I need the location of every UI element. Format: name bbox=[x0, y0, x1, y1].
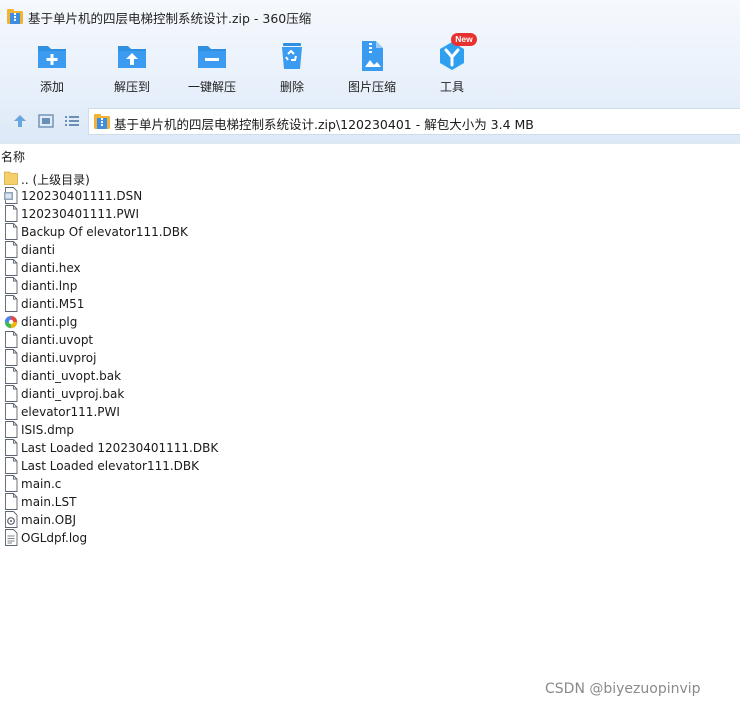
address-bar: 基于单片机的四层电梯控制系统设计.zip\120230401 - 解包大小为 3… bbox=[0, 106, 740, 136]
file-icon bbox=[4, 277, 18, 294]
file-icon bbox=[4, 331, 18, 348]
extract-to-button[interactable]: 解压到 bbox=[92, 38, 172, 98]
one-click-extract-label: 一键解压 bbox=[187, 80, 236, 94]
title-bar: 基于单片机的四层电梯控制系统设计.zip - 360压缩 bbox=[0, 0, 740, 32]
file-row[interactable]: OGLdpf.log bbox=[0, 529, 740, 547]
file-icon bbox=[4, 439, 18, 456]
file-icon bbox=[4, 223, 18, 240]
watermark: CSDN @biyezuopinvip bbox=[545, 681, 701, 697]
file-icon bbox=[4, 385, 18, 402]
extract-to-label: 解压到 bbox=[113, 80, 150, 94]
file-name: elevator111.PWI bbox=[21, 405, 120, 419]
delete-label: 删除 bbox=[279, 80, 304, 94]
file-row[interactable]: dianti.uvproj bbox=[0, 349, 740, 367]
file-name: main.c bbox=[21, 477, 62, 491]
file-icon bbox=[4, 367, 18, 384]
file-icon bbox=[4, 241, 18, 258]
file-name: dianti.plg bbox=[21, 315, 78, 329]
file-name: Last Loaded 120230401111.DBK bbox=[21, 441, 219, 455]
one-click-extract-icon bbox=[198, 46, 226, 68]
extract-to-icon bbox=[118, 46, 146, 68]
file-icon bbox=[4, 403, 18, 420]
file-row[interactable]: main.OBJ bbox=[0, 511, 740, 529]
file-row[interactable]: main.c bbox=[0, 475, 740, 493]
file-icon bbox=[4, 295, 18, 312]
file-name: dianti.uvproj bbox=[21, 351, 97, 365]
file-name: dianti_uvopt.bak bbox=[21, 369, 122, 383]
file-row[interactable]: 120230401111.PWI bbox=[0, 205, 740, 223]
add-button[interactable]: 添加 bbox=[12, 38, 92, 98]
file-row[interactable]: dianti_uvproj.bak bbox=[0, 385, 740, 403]
image-compress-icon bbox=[362, 41, 383, 71]
file-name: 120230401111.DSN bbox=[21, 189, 143, 203]
file-row[interactable]: Backup Of elevator111.DBK bbox=[0, 223, 740, 241]
file-icon bbox=[4, 259, 18, 276]
file-name: dianti_uvproj.bak bbox=[21, 387, 125, 401]
design-file-icon bbox=[4, 187, 18, 204]
file-name: 120230401111.PWI bbox=[21, 207, 140, 221]
toolbar: 添加 解压到 一键解压 删除 图片压缩 New 工具 bbox=[0, 33, 740, 98]
parent-directory-row[interactable]: .. (上级目录) bbox=[0, 169, 740, 187]
file-name: .. (上级目录) bbox=[21, 173, 90, 187]
file-name: dianti.uvopt bbox=[21, 333, 94, 347]
file-icon bbox=[4, 475, 18, 492]
file-row[interactable]: dianti.hex bbox=[0, 259, 740, 277]
file-row[interactable]: dianti.uvopt bbox=[0, 331, 740, 349]
image-compress-label: 图片压缩 bbox=[347, 80, 396, 94]
up-arrow-icon[interactable] bbox=[12, 113, 28, 129]
zip-archive-icon bbox=[7, 9, 23, 24]
file-row[interactable]: ISIS.dmp bbox=[0, 421, 740, 439]
file-icon bbox=[4, 349, 18, 366]
file-name: ISIS.dmp bbox=[21, 423, 75, 437]
file-row[interactable]: elevator111.PWI bbox=[0, 403, 740, 421]
file-row[interactable]: Last Loaded 120230401111.DBK bbox=[0, 439, 740, 457]
file-row[interactable]: dianti_uvopt.bak bbox=[0, 367, 740, 385]
folder-icon bbox=[4, 169, 18, 186]
image-compress-button[interactable]: 图片压缩 bbox=[332, 38, 412, 98]
file-row[interactable]: 120230401111.DSN bbox=[0, 187, 740, 205]
file-row[interactable]: dianti.plg bbox=[0, 313, 740, 331]
file-row[interactable]: dianti.M51 bbox=[0, 295, 740, 313]
file-row[interactable]: dianti.lnp bbox=[0, 277, 740, 295]
window-chrome: 基于单片机的四层电梯控制系统设计.zip - 360压缩 添加 解压到 一键解压… bbox=[0, 0, 740, 143]
list-header: 名称 bbox=[0, 143, 740, 166]
tools-button[interactable]: New 工具 bbox=[412, 33, 492, 98]
file-icon bbox=[4, 457, 18, 474]
file-name: dianti.M51 bbox=[21, 297, 85, 311]
new-badge: New bbox=[451, 33, 477, 46]
file-name: main.OBJ bbox=[21, 513, 77, 527]
zip-archive-icon bbox=[94, 114, 110, 129]
address-path: 基于单片机的四层电梯控制系统设计.zip\120230401 - 解包大小为 3… bbox=[114, 117, 534, 132]
file-name: dianti.lnp bbox=[21, 279, 78, 293]
object-file-icon bbox=[4, 511, 18, 528]
thumbnail-view-icon[interactable] bbox=[38, 113, 54, 129]
file-name: dianti.hex bbox=[21, 261, 81, 275]
file-row[interactable]: Last Loaded elevator111.DBK bbox=[0, 457, 740, 475]
file-icon bbox=[4, 205, 18, 222]
recycle-bin-icon bbox=[282, 43, 302, 69]
file-name: main.LST bbox=[21, 495, 77, 509]
address-field[interactable]: 基于单片机的四层电梯控制系统设计.zip\120230401 - 解包大小为 3… bbox=[88, 108, 740, 135]
plg-file-icon bbox=[4, 313, 18, 330]
text-file-icon bbox=[4, 529, 18, 546]
column-header-name[interactable]: 名称 bbox=[1, 148, 25, 165]
file-name: Last Loaded elevator111.DBK bbox=[21, 459, 200, 473]
file-icon bbox=[4, 421, 18, 438]
file-row[interactable]: dianti bbox=[0, 241, 740, 259]
file-name: OGLdpf.log bbox=[21, 531, 88, 545]
list-view-icon[interactable] bbox=[64, 113, 80, 129]
file-name: Backup Of elevator111.DBK bbox=[21, 225, 188, 239]
delete-button[interactable]: 删除 bbox=[252, 38, 332, 98]
file-name: dianti bbox=[21, 243, 55, 257]
file-icon bbox=[4, 493, 18, 510]
add-icon bbox=[38, 46, 66, 68]
one-click-extract-button[interactable]: 一键解压 bbox=[172, 38, 252, 98]
add-label: 添加 bbox=[39, 80, 64, 94]
tools-label: 工具 bbox=[439, 80, 464, 94]
file-row[interactable]: main.LST bbox=[0, 493, 740, 511]
window-title: 基于单片机的四层电梯控制系统设计.zip - 360压缩 bbox=[28, 11, 312, 26]
